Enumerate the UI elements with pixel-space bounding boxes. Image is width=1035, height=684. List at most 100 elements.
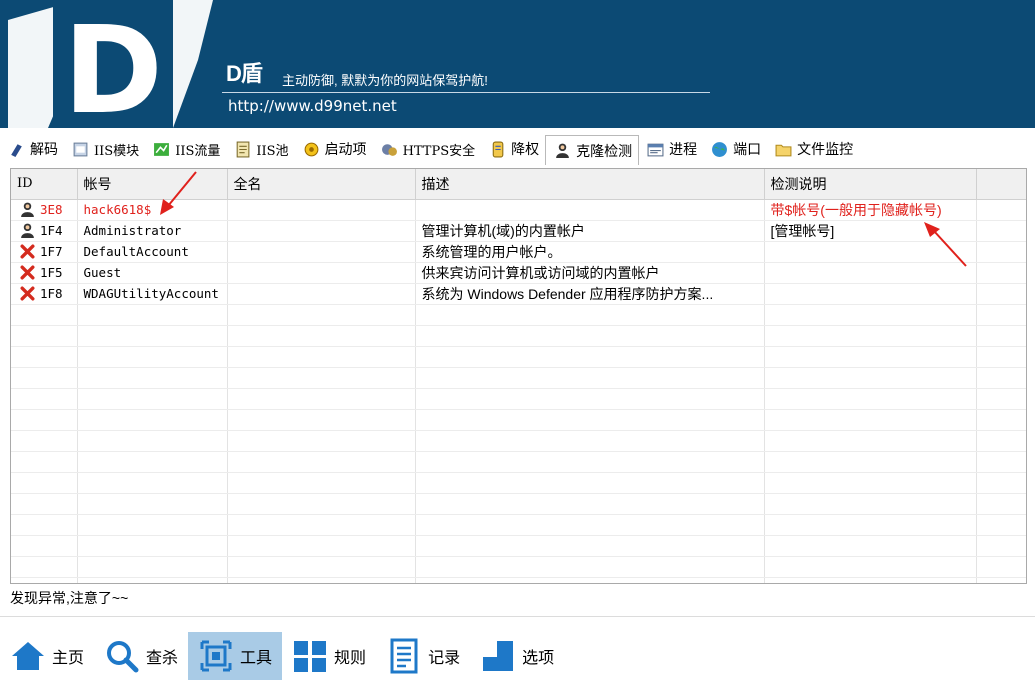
user-icon [21, 202, 34, 217]
tab-label: IIS流量 [175, 143, 221, 159]
table-row[interactable]: 1F7 DefaultAccount 系统管理的用户帐户。 [11, 241, 1026, 263]
website-url[interactable]: http://www.d99net.net [228, 97, 397, 115]
nav-home[interactable]: 主页 [0, 632, 94, 680]
row-description: 系统为 Windows Defender 应用程序防护方案... [415, 283, 765, 305]
row-fullname [227, 199, 416, 221]
row-account: hack6618$ [77, 199, 228, 221]
row-id: 3E8 [40, 202, 63, 217]
empty-row [11, 535, 1026, 557]
column-header-account[interactable]: 帐号 [77, 169, 228, 200]
brand-slogan: 主动防御, 默默为你的网站保驾护航! [282, 73, 488, 88]
column-header-detection-note[interactable]: 检测说明 [764, 169, 977, 200]
d-shield-logo: D [8, 0, 213, 128]
empty-row [11, 577, 1026, 583]
nav-options[interactable]: 选项 [470, 632, 564, 680]
row-account: WDAGUtilityAccount [77, 283, 228, 305]
tab-process[interactable]: 进程 [639, 136, 703, 162]
tab-iis-module[interactable]: IIS模块 [64, 136, 145, 162]
decode-icon [11, 143, 22, 157]
empty-row [11, 304, 1026, 326]
row-detection-note: 带$帐号(一般用于隐藏帐号) [764, 199, 977, 221]
nav-label: 选项 [522, 650, 555, 667]
row-detection-note [764, 241, 977, 263]
tab-clone-detect[interactable]: 克隆检测 [545, 135, 640, 165]
column-header-fullname[interactable]: 全名 [227, 169, 416, 200]
nav-log[interactable]: 记录 [376, 632, 470, 680]
empty-row [11, 367, 1026, 389]
tab-iis-pool[interactable]: IIS池 [226, 136, 294, 162]
tab-decode[interactable]: 解码 [0, 136, 64, 162]
nav-label: 工具 [240, 650, 273, 667]
empty-row [11, 472, 1026, 494]
empty-row [11, 451, 1026, 473]
traffic-icon [154, 142, 170, 156]
disabled-icon [20, 286, 35, 301]
column-header-description[interactable]: 描述 [415, 169, 765, 200]
table-row[interactable]: 1F8 WDAGUtilityAccount 系统为 Windows Defen… [11, 283, 1026, 305]
nav-label: 记录 [428, 650, 461, 667]
tab-label: IIS模块 [94, 143, 140, 159]
column-header-filler [976, 169, 1026, 200]
column-header-id[interactable]: ID [11, 169, 78, 200]
clone-icon [556, 143, 570, 158]
header-banner: D D盾 主动防御, 默默为你的网站保驾护航! http://www.d99ne… [0, 0, 1035, 128]
row-description: 供来宾访问计算机或访问域的内置帐户 [415, 262, 765, 284]
disabled-icon [20, 265, 35, 280]
empty-row [11, 409, 1026, 431]
empty-row [11, 430, 1026, 452]
table-header: ID 帐号 全名 描述 检测说明 [11, 169, 1026, 200]
row-fullname [227, 262, 416, 284]
startup-icon [304, 142, 318, 156]
tab-port[interactable]: 端口 [703, 136, 767, 162]
module-icon [73, 142, 88, 156]
pool-icon [237, 141, 250, 157]
nav-label: 查杀 [146, 650, 179, 667]
empty-row [11, 556, 1026, 578]
row-account: Administrator [77, 220, 228, 242]
folder-icon [775, 144, 792, 156]
tab-startup[interactable]: 启动项 [295, 136, 373, 162]
tab-file-monitor[interactable]: 文件监控 [767, 136, 859, 162]
tab-label: 进程 [669, 141, 698, 157]
header-divider [222, 92, 710, 93]
nav-tools[interactable]: 工具 [188, 632, 283, 680]
tool-tab-strip: 解码 IIS模块 IIS流量 IIS池 启动项 HTTPS安全 降权 克隆检测 … [0, 134, 1035, 165]
account-list[interactable]: ID 帐号 全名 描述 检测说明 3E8 hack6618$ 带$帐号(一般用于… [10, 168, 1027, 584]
user-icon [21, 223, 34, 238]
tools-icon [200, 640, 232, 672]
nav-label: 主页 [52, 650, 85, 667]
table-row[interactable]: 3E8 hack6618$ 带$帐号(一般用于隐藏帐号) [11, 199, 1026, 221]
empty-row [11, 514, 1026, 536]
home-icon [12, 642, 44, 670]
row-id: 1F5 [40, 265, 63, 280]
empty-row [11, 325, 1026, 347]
tab-iis-traffic[interactable]: IIS流量 [145, 136, 226, 162]
row-id: 1F8 [40, 286, 63, 301]
table-row[interactable]: 1F5 Guest 供来宾访问计算机或访问域的内置帐户 [11, 262, 1026, 284]
nav-label: 规则 [334, 650, 367, 667]
empty-row [11, 346, 1026, 368]
empty-row [11, 493, 1026, 515]
tab-downgrade[interactable]: 降权 [481, 136, 545, 162]
status-message: 发现异常,注意了~~ [10, 590, 129, 606]
rules-icon [294, 641, 327, 672]
downgrade-icon [492, 141, 504, 157]
row-fullname [227, 220, 416, 242]
process-icon [647, 143, 664, 156]
row-account: Guest [77, 262, 228, 284]
table-row[interactable]: 1F4 Administrator 管理计算机(域)的内置帐户 [管理帐号] [11, 220, 1026, 242]
bottom-navigation: 主页 查杀 工具 规则 记录 选项 [0, 631, 1035, 681]
nav-scan[interactable]: 查杀 [94, 632, 188, 680]
search-icon [107, 641, 139, 673]
row-description [415, 199, 765, 221]
tab-https-security[interactable]: HTTPS安全 [373, 136, 482, 162]
logo-letter: D [63, 2, 163, 128]
row-fullname [227, 283, 416, 305]
tab-label: HTTPS安全 [402, 143, 476, 159]
tab-label: 降权 [511, 141, 540, 157]
log-icon [390, 638, 418, 674]
nav-rules[interactable]: 规则 [282, 632, 376, 680]
row-detection-note: [管理帐号] [764, 220, 977, 242]
row-description: 管理计算机(域)的内置帐户 [415, 220, 765, 242]
status-divider [0, 616, 1035, 617]
